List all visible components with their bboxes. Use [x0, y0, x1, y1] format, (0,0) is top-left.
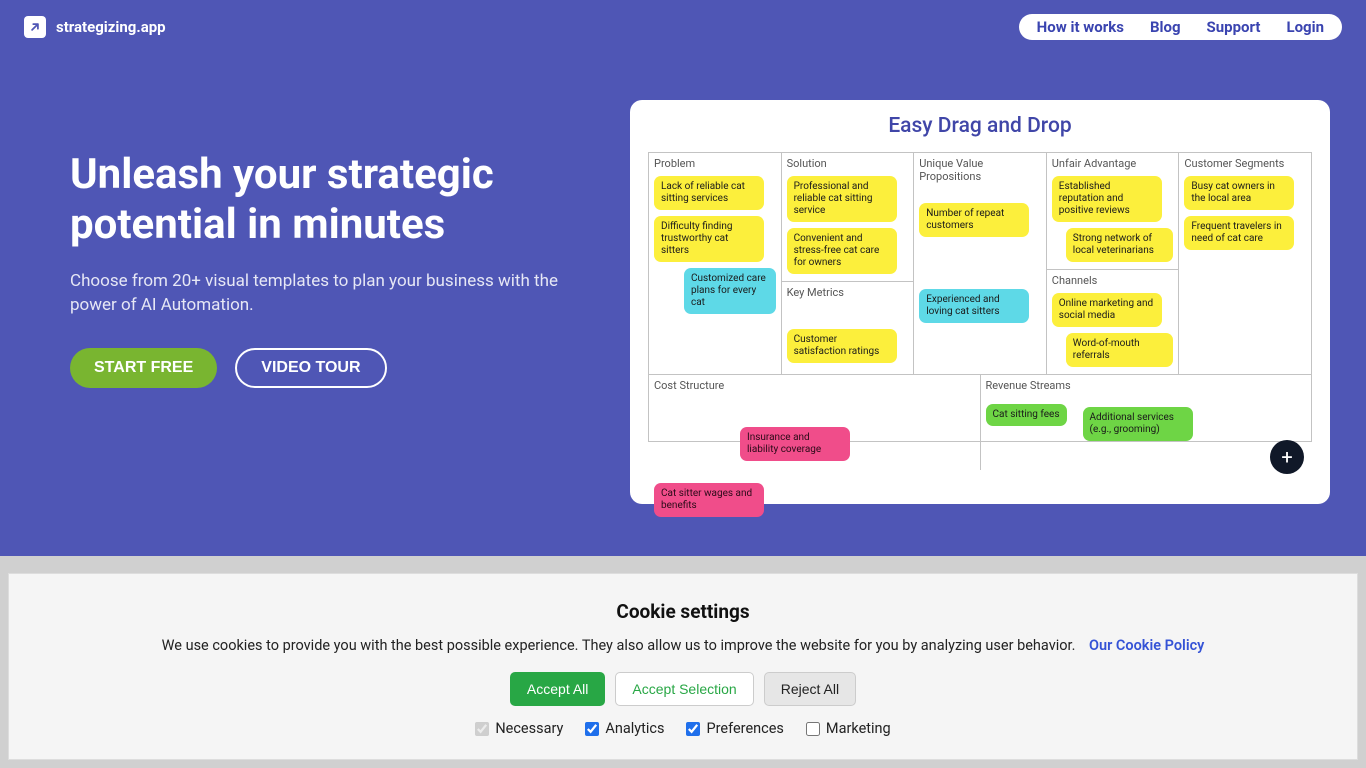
opt-preferences[interactable]: Preferences [686, 720, 783, 737]
label-cost: Cost Structure [654, 379, 975, 392]
canvas-panel: Easy Drag and Drop Problem Lack of relia… [630, 100, 1330, 504]
label-problem: Problem [654, 157, 776, 170]
reject-all-button[interactable]: Reject All [764, 672, 856, 706]
cookie-banner: Cookie settings We use cookies to provid… [8, 573, 1358, 760]
note[interactable]: Professional and reliable cat sitting se… [787, 176, 897, 222]
start-free-button[interactable]: START FREE [70, 348, 217, 388]
add-button[interactable]: + [1270, 440, 1304, 474]
checkbox-preferences[interactable] [686, 722, 700, 736]
note[interactable]: Cat sitting fees [986, 404, 1067, 426]
note[interactable]: Experienced and loving cat sitters [919, 289, 1029, 323]
note[interactable]: Lack of reliable cat sitting services [654, 176, 764, 210]
plus-icon: + [1281, 445, 1292, 469]
note[interactable]: Busy cat owners in the local area [1184, 176, 1294, 210]
cookie-title: Cookie settings [39, 600, 1327, 623]
hero-subtitle: Choose from 20+ visual templates to plan… [70, 269, 600, 318]
label-revenue: Revenue Streams [986, 379, 1307, 392]
accept-all-button[interactable]: Accept All [510, 672, 605, 706]
label-key-metrics: Key Metrics [787, 286, 909, 299]
note[interactable]: Additional services (e.g., grooming) [1083, 407, 1193, 441]
nav-pill: How it works Blog Support Login [1019, 14, 1342, 40]
note[interactable]: Online marketing and social media [1052, 293, 1162, 327]
video-tour-button[interactable]: VIDEO TOUR [235, 348, 386, 388]
note[interactable]: Strong network of local veterinarians [1066, 228, 1174, 262]
label-uvp: Unique Value Propositions [919, 157, 1041, 183]
note[interactable]: Customized care plans for every cat [684, 268, 776, 314]
label-segments: Customer Segments [1184, 157, 1306, 170]
note[interactable]: Customer satisfaction ratings [787, 329, 897, 363]
label-channels: Channels [1052, 274, 1174, 287]
note[interactable]: Convenient and stress-free cat care for … [787, 228, 897, 274]
note[interactable]: Insurance and liability coverage [740, 427, 850, 461]
cookie-desc-text: We use cookies to provide you with the b… [162, 637, 1076, 654]
checkbox-necessary [475, 722, 489, 736]
brand-name: strategizing.app [56, 18, 166, 36]
label-unfair: Unfair Advantage [1052, 157, 1174, 170]
nav-support[interactable]: Support [1207, 18, 1261, 36]
accept-selection-button[interactable]: Accept Selection [615, 672, 753, 706]
canvas-title: Easy Drag and Drop [648, 114, 1312, 138]
note[interactable]: Number of repeat customers [919, 203, 1029, 237]
logo[interactable]: strategizing.app [24, 16, 166, 38]
nav-blog[interactable]: Blog [1150, 18, 1181, 36]
opt-marketing[interactable]: Marketing [806, 720, 891, 737]
lean-canvas-grid: Problem Lack of reliable cat sitting ser… [648, 152, 1312, 442]
checkbox-marketing[interactable] [806, 722, 820, 736]
note[interactable]: Word-of-mouth referrals [1066, 333, 1174, 367]
cookie-policy-link[interactable]: Our Cookie Policy [1089, 637, 1204, 654]
note[interactable]: Established reputation and positive revi… [1052, 176, 1162, 222]
header-bar: strategizing.app How it works Blog Suppo… [0, 0, 1366, 40]
hero-left: Unleash your strategic potential in minu… [70, 100, 600, 504]
checkbox-analytics[interactable] [585, 722, 599, 736]
nav-how-it-works[interactable]: How it works [1037, 18, 1124, 36]
hero-title: Unleash your strategic potential in minu… [70, 150, 600, 251]
nav-login[interactable]: Login [1286, 18, 1324, 36]
logo-icon [24, 16, 46, 38]
opt-analytics[interactable]: Analytics [585, 720, 664, 737]
note[interactable]: Cat sitter wages and benefits [654, 483, 764, 517]
note[interactable]: Difficulty finding trustworthy cat sitte… [654, 216, 764, 262]
cookie-desc: We use cookies to provide you with the b… [39, 637, 1327, 654]
note[interactable]: Frequent travelers in need of cat care [1184, 216, 1294, 250]
label-solution: Solution [787, 157, 909, 170]
opt-necessary[interactable]: Necessary [475, 720, 563, 737]
